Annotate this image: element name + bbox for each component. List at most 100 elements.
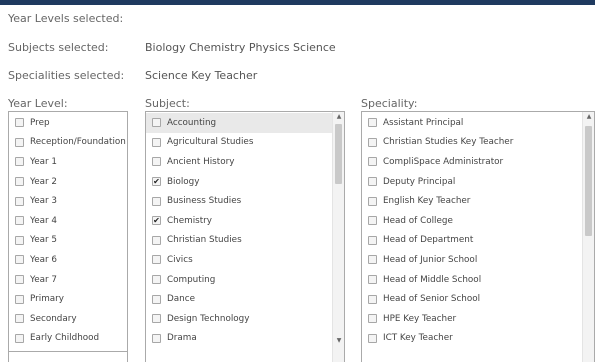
list-option[interactable]: Head of Middle School [362, 270, 594, 290]
list-option-label: Head of Senior School [383, 294, 481, 305]
checkbox-icon[interactable] [15, 255, 24, 265]
checkbox-icon[interactable] [368, 275, 377, 285]
list-option[interactable]: Business Studies [146, 191, 344, 211]
checkbox-icon[interactable] [152, 157, 161, 167]
list-option[interactable]: Christian Studies [146, 231, 344, 251]
list-option[interactable]: Head of Senior School [362, 289, 594, 309]
checkbox-checked-icon[interactable]: ✔ [152, 177, 161, 187]
checkbox-icon[interactable] [368, 294, 377, 304]
checkbox-icon[interactable] [15, 333, 24, 343]
list-option[interactable]: Dance [146, 289, 344, 309]
checkbox-icon[interactable] [15, 177, 24, 187]
checkbox-icon[interactable] [15, 196, 24, 206]
specialities-selected-label: Specialities selected: [8, 69, 125, 82]
list-option[interactable]: Deputy Principal [362, 172, 594, 192]
checkbox-icon[interactable] [368, 216, 377, 226]
checkbox-icon[interactable] [152, 235, 161, 245]
list-option[interactable]: Year 1 [9, 152, 127, 172]
list-option[interactable]: Computing [146, 270, 344, 290]
checkbox-icon[interactable] [368, 118, 377, 128]
checkbox-icon[interactable] [15, 235, 24, 245]
checkbox-icon[interactable] [15, 157, 24, 167]
list-option[interactable]: Year 5 [9, 231, 127, 251]
list-option[interactable]: ✔ Biology [146, 172, 344, 192]
checkbox-icon[interactable] [15, 314, 24, 324]
list-option[interactable]: Prep [9, 113, 127, 133]
checkbox-icon[interactable] [368, 157, 377, 167]
checkbox-icon[interactable] [152, 196, 161, 206]
list-option[interactable]: Head of Department [362, 231, 594, 251]
list-option-label: Design Technology [167, 313, 250, 324]
list-option[interactable]: Drama [146, 329, 344, 349]
list-option-label: Civics [167, 254, 193, 265]
list-option[interactable]: Design Technology [146, 309, 344, 329]
list-option[interactable]: Ancient History [146, 152, 344, 172]
list-option[interactable]: Year 6 [9, 250, 127, 270]
list-option[interactable]: Agricultural Studies [146, 133, 344, 153]
subjects-selected-value: Biology Chemistry Physics Science [145, 41, 336, 54]
checkbox-icon[interactable] [152, 118, 161, 128]
list-option-label: Reception/Foundation [30, 137, 126, 148]
scroll-thumb[interactable] [335, 124, 342, 184]
checkbox-icon[interactable] [15, 137, 24, 147]
subject-scrollbar[interactable]: ▲ ▼ [332, 112, 344, 362]
list-option[interactable]: Christian Studies Key Teacher [362, 133, 594, 153]
checkbox-icon[interactable] [15, 275, 24, 285]
list-option[interactable]: HPE Key Teacher [362, 309, 594, 329]
list-option[interactable]: Early Childhood [9, 329, 127, 349]
list-option[interactable]: Year 7 [9, 270, 127, 290]
list-option-label: Computing [167, 274, 216, 285]
checkbox-icon[interactable] [15, 294, 24, 304]
subject-label: Subject: [145, 97, 190, 110]
checkbox-icon[interactable] [368, 333, 377, 343]
list-option-label: Early Childhood [30, 333, 100, 344]
list-option[interactable]: Head of College [362, 211, 594, 231]
list-option-label: Chemistry [167, 215, 212, 226]
checkbox-icon[interactable] [152, 314, 161, 324]
scroll-up-icon[interactable]: ▲ [333, 112, 344, 122]
list-option[interactable]: Head of Junior School [362, 250, 594, 270]
checkbox-icon[interactable] [368, 255, 377, 265]
list-option[interactable]: Civics [146, 250, 344, 270]
checkbox-icon[interactable] [152, 294, 161, 304]
year-level-listbox[interactable]: Prep Reception/Foundation Year 1 Year 2 Year… [8, 111, 128, 352]
list-option[interactable]: English Key Teacher [362, 191, 594, 211]
checkbox-icon[interactable] [152, 137, 161, 147]
speciality-listbox[interactable]: Assistant Principal Christian Studies Key… [361, 111, 595, 362]
scroll-up-icon[interactable]: ▲ [583, 112, 594, 122]
scroll-down-icon[interactable]: ▼ [333, 336, 344, 346]
list-option[interactable]: ✔ Chemistry [146, 211, 344, 231]
list-option[interactable]: Year 4 [9, 211, 127, 231]
year_level-options: Prep Reception/Foundation Year 1 Year 2 Year… [9, 112, 127, 348]
list-option-label: Deputy Principal [383, 176, 456, 187]
list-option[interactable]: Reception/Foundation [9, 133, 127, 153]
speciality-scrollbar[interactable]: ▲ [582, 112, 594, 362]
checkbox-icon[interactable] [368, 314, 377, 324]
checkbox-icon[interactable] [368, 177, 377, 187]
checkbox-icon[interactable] [152, 333, 161, 343]
list-option-label: Christian Studies Key Teacher [383, 137, 514, 148]
checkbox-icon[interactable] [152, 275, 161, 285]
checkbox-checked-icon[interactable]: ✔ [152, 216, 161, 226]
list-option-label: Year 1 [30, 156, 58, 167]
checkbox-icon[interactable] [152, 255, 161, 265]
list-option[interactable]: Year 3 [9, 191, 127, 211]
list-option[interactable]: Year 2 [9, 172, 127, 192]
subject-listbox[interactable]: Accounting Agricultural Studies Ancient Hi… [145, 111, 345, 362]
list-option-label: Assistant Principal [383, 117, 464, 128]
checkbox-icon[interactable] [15, 216, 24, 226]
list-option[interactable]: Accounting [146, 113, 344, 133]
list-option-label: ICT Key Teacher [383, 333, 453, 344]
list-option[interactable]: Assistant Principal [362, 113, 594, 133]
scroll-thumb[interactable] [585, 126, 592, 236]
list-option[interactable]: ICT Key Teacher [362, 329, 594, 349]
year-levels-selected-label: Year Levels selected: [8, 12, 124, 25]
list-option[interactable]: Secondary [9, 309, 127, 329]
list-option[interactable]: Primary [9, 289, 127, 309]
list-option[interactable]: CompliSpace Administrator [362, 152, 594, 172]
checkbox-icon[interactable] [15, 118, 24, 128]
checkbox-icon[interactable] [368, 137, 377, 147]
top-header-bar [0, 0, 595, 5]
checkbox-icon[interactable] [368, 235, 377, 245]
checkbox-icon[interactable] [368, 196, 377, 206]
